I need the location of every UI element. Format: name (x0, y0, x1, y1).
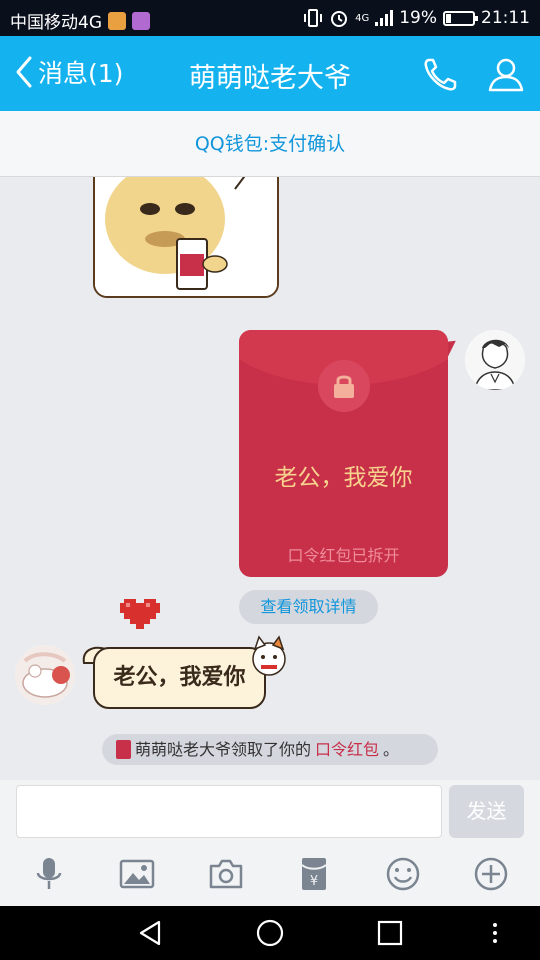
red-packet-icon[interactable]: ¥ (296, 856, 332, 892)
system-navbar (0, 906, 540, 960)
battery-icon (443, 10, 478, 26)
cartoon-avatar (15, 645, 75, 705)
input-area: 发送 ¥ (0, 780, 540, 906)
sketch-portrait-avatar (465, 330, 525, 390)
image-icon[interactable] (119, 856, 155, 892)
alarm-icon (331, 11, 348, 27)
clock: 21:11 (481, 8, 530, 28)
vibrate-icon (304, 9, 323, 27)
notification-app-icon (108, 11, 126, 30)
system-message-prefix: 萌萌哒老大爷领取了你的 (135, 740, 312, 759)
heart-pendant-icon (120, 599, 160, 629)
nav-home-icon[interactable] (255, 918, 285, 948)
contact-icon[interactable] (486, 54, 526, 94)
message-input[interactable] (16, 785, 442, 838)
carrier-label: 中国移动4G (10, 13, 102, 33)
friend-avatar[interactable] (15, 645, 75, 705)
emoji-icon[interactable] (385, 856, 421, 892)
my-avatar[interactable] (465, 330, 525, 390)
system-message-suffix: 。 (383, 740, 400, 759)
red-packet-small-icon (116, 740, 131, 759)
chat-header: 消息(1) 萌萌哒老大爷 (0, 36, 540, 111)
plus-icon[interactable] (473, 856, 509, 892)
microphone-icon[interactable] (31, 856, 67, 892)
sticker-image[interactable] (93, 177, 279, 298)
view-details-link[interactable]: 查看领取详情 (239, 590, 378, 624)
nav-recents-icon[interactable] (375, 918, 405, 948)
send-button[interactable]: 发送 (449, 785, 524, 838)
red-packet-text: 老公，我爱你 (274, 465, 413, 491)
camera-icon[interactable] (208, 856, 244, 892)
status-bar: 中国移动4G 4G 19% 21:11 (0, 0, 540, 36)
input-toolbar: ¥ (0, 852, 540, 898)
svg-text:¥: ¥ (310, 874, 318, 889)
lucky-cat-icon (252, 635, 286, 676)
wallet-notice-text: QQ钱包:支付确认 (194, 133, 346, 155)
system-message-link[interactable]: 口令红包 (315, 734, 379, 765)
red-packet-message[interactable]: 老公，我爱你 口令红包已拆开 (239, 330, 448, 577)
nav-back-icon[interactable] (135, 918, 165, 948)
chat-area[interactable]: 老公，我爱你 口令红包已拆开 查看领取详情 老公，我爱你 萌萌哒老大爷领取了你的… (0, 177, 540, 780)
sticker-text-bubble[interactable]: 老公，我爱你 (93, 647, 266, 709)
lock-icon (318, 360, 370, 412)
sticker-text: 老公，我爱你 (113, 665, 246, 690)
nav-menu-icon[interactable] (480, 918, 510, 948)
gallery-notification-icon (132, 11, 150, 30)
system-message: 萌萌哒老大爷领取了你的 口令红包。 (102, 734, 438, 765)
signal-icon (375, 10, 394, 26)
red-packet-status: 口令红包已拆开 (287, 546, 400, 565)
network-type: 4G (355, 12, 370, 24)
phone-icon[interactable] (421, 54, 461, 94)
wallet-notice-bar[interactable]: QQ钱包:支付确认 (0, 111, 540, 177)
doge-sticker-art (95, 177, 277, 296)
battery-percent: 19% (399, 8, 437, 28)
